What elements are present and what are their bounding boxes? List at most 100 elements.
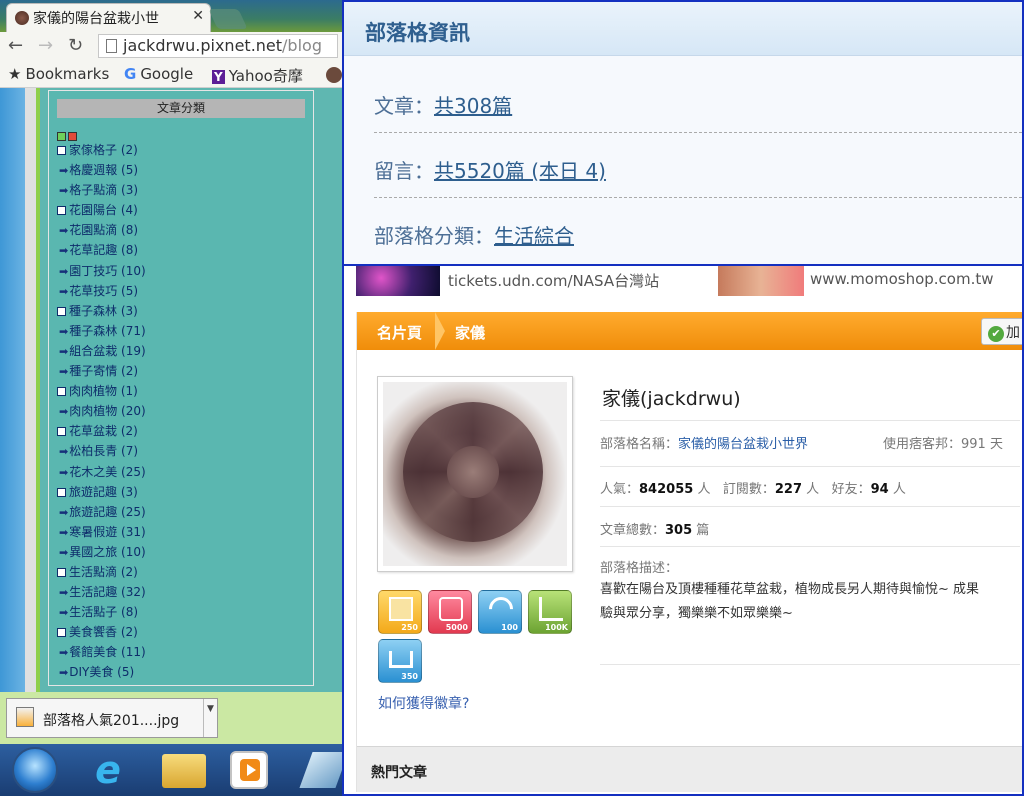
page-viewport: 文章分類 家傢格子 (2)格慶週報 (5)格子點滴 (3)花園陽台 (4)花園點… <box>0 88 342 692</box>
friends-value: 94 <box>870 482 889 497</box>
category-child-item[interactable]: 花園點滴 (8) <box>57 220 307 240</box>
address-bar[interactable]: jackdrwu.pixnet.net/blog <box>98 34 338 58</box>
category-child-item[interactable]: 花木之美 (25) <box>57 462 307 482</box>
category-parent-item[interactable]: 肉肉植物 (1) <box>57 381 307 401</box>
ad-strip: tickets.udn.com/NASA台灣站 www.momoshop.com… <box>344 266 1022 300</box>
media-player-icon[interactable] <box>230 751 268 789</box>
badge-count: 250 <box>401 623 418 632</box>
how-to-get-badges-link[interactable]: 如何獲得徽章? <box>378 693 469 713</box>
category-child-item[interactable]: 花草記趣 (8) <box>57 240 307 260</box>
bookmarks-folder[interactable]: ★ Bookmarks <box>8 65 109 83</box>
badge-comments[interactable]: 5000 <box>428 590 472 634</box>
blog-name-row: 部落格名稱：家儀的陽台盆栽小世界 使用痞客邦：991 天 <box>600 420 1020 466</box>
total-articles-value: 305 <box>665 523 693 538</box>
bookmark-yahoo[interactable]: Y Yahoo奇摩 <box>212 65 303 86</box>
description-label: 部落格描述： <box>600 561 679 576</box>
badge-popularity[interactable]: 100K <box>528 590 572 634</box>
category-child-item[interactable]: 旅遊記趣 (25) <box>57 502 307 522</box>
category-child-item[interactable]: 松柏長青 (7) <box>57 441 307 461</box>
category-child-item[interactable]: 寒暑假遊 (31) <box>57 522 307 542</box>
avatar[interactable] <box>377 376 573 572</box>
days-value: 991 天 <box>961 437 1003 452</box>
image-file-icon <box>16 707 34 727</box>
google-icon: G <box>124 65 137 83</box>
divider <box>374 197 1022 198</box>
badge-articles[interactable]: 250 <box>378 590 422 634</box>
ad-image[interactable] <box>718 266 804 296</box>
page-icon <box>106 39 117 53</box>
category-child-item[interactable]: 生活點子 (8) <box>57 602 307 622</box>
category-parent-item[interactable]: 生活點滴 (2) <box>57 562 307 582</box>
category-child-item[interactable]: 種子森林 (71) <box>57 321 307 341</box>
forward-icon[interactable]: → <box>38 35 53 56</box>
browser-tab[interactable]: 家儀的陽台盆栽小世 ✕ <box>6 3 211 32</box>
bookmark-favicon-icon[interactable] <box>326 67 342 83</box>
blog-info-panel: 部落格資訊 文章：共308篇 留言：共5520篇 (本日 4) 部落格分類：生活… <box>344 2 1022 266</box>
articles-label: 文章： <box>374 94 434 118</box>
category-label: 部落格分類： <box>374 224 494 248</box>
category-parent-item[interactable]: 花草盆栽 (2) <box>57 421 307 441</box>
ad-link[interactable]: www.momoshop.com.tw <box>810 270 994 288</box>
badge-count: 100 <box>501 623 518 632</box>
blog-name-label: 部落格名稱： <box>600 437 679 452</box>
folder-icon[interactable] <box>162 754 206 788</box>
badge-subscribers[interactable]: 100 <box>478 590 522 634</box>
category-child-item[interactable]: 種子寄情 (2) <box>57 361 307 381</box>
category-child-item[interactable]: 餐館美食 (11) <box>57 642 307 662</box>
category-link[interactable]: 生活綜合 <box>494 224 574 248</box>
nav-bar: ← → ↻ jackdrwu.pixnet.net/blog <box>0 32 342 60</box>
rss-icon <box>484 592 518 626</box>
internet-explorer-icon[interactable]: e <box>86 748 130 792</box>
category-widget: 文章分類 家傢格子 (2)格慶週報 (5)格子點滴 (3)花園陽台 (4)花園點… <box>48 90 314 686</box>
close-icon[interactable]: ✕ <box>192 8 204 24</box>
category-child-item[interactable]: 格慶週報 (5) <box>57 160 307 180</box>
category-child-item[interactable]: 組合盆栽 (19) <box>57 341 307 361</box>
divider <box>374 132 1022 133</box>
yahoo-icon: Y <box>212 70 225 84</box>
blog-page: 部落格資訊 文章：共308篇 留言：共5520篇 (本日 4) 部落格分類：生活… <box>342 0 1024 796</box>
add-friend-button[interactable]: ✔ 加 <box>981 318 1022 345</box>
category-child-item[interactable]: 生活記趣 (32) <box>57 582 307 602</box>
windows-start-icon[interactable] <box>12 747 58 793</box>
description-line: 驗與眾分享，獨樂樂不如眾樂樂~ <box>600 606 793 621</box>
category-list: 家傢格子 (2)格慶週報 (5)格子點滴 (3)花園陽台 (4)花園點滴 (8)… <box>57 140 307 683</box>
total-articles-row: 文章總數：305 篇 <box>600 506 1020 546</box>
category-child-item[interactable]: 花草技巧 (5) <box>57 281 307 301</box>
category-child-item[interactable]: 肉肉植物 (20) <box>57 401 307 421</box>
tab-title: 家儀的陽台盆栽小世 <box>33 11 159 27</box>
popularity-value: 842055 <box>639 482 694 497</box>
badge-days[interactable]: 350 <box>378 639 422 683</box>
category-parent-item[interactable]: 花園陽台 (4) <box>57 200 307 220</box>
blog-info-title: 部落格資訊 <box>365 21 470 45</box>
badge-count: 350 <box>401 672 418 681</box>
category-parent-item[interactable]: 美食饗香 (2) <box>57 622 307 642</box>
category-parent-item[interactable]: 家傢格子 (2) <box>57 140 307 160</box>
category-parent-item[interactable]: 種子森林 (3) <box>57 301 307 321</box>
blog-name-link[interactable]: 家儀的陽台盆栽小世界 <box>678 437 808 452</box>
category-title: 文章分類 <box>57 99 305 118</box>
category-child-item[interactable]: 格子點滴 (3) <box>57 180 307 200</box>
add-label: 加 <box>1006 325 1020 341</box>
category-parent-item[interactable]: 旅遊記趣 (3) <box>57 482 307 502</box>
subscriptions-value: 227 <box>774 482 803 497</box>
chevron-down-icon[interactable]: ▼ <box>203 699 217 737</box>
browser-window: 家儀的陽台盆栽小世 ✕ ← → ↻ jackdrwu.pixnet.net/bl… <box>0 0 342 796</box>
download-bar: 部落格人氣201....jpg ▼ <box>0 692 342 744</box>
breadcrumb-arrow-icon <box>435 312 445 350</box>
ad-image[interactable] <box>356 266 440 296</box>
bookmark-google[interactable]: G Google <box>124 65 193 83</box>
download-filename: 部落格人氣201....jpg <box>43 713 180 729</box>
ad-link[interactable]: tickets.udn.com/NASA台灣站 <box>448 270 659 291</box>
new-tab-button[interactable] <box>208 9 248 29</box>
popularity-label: 人氣： <box>600 482 640 497</box>
comments-link[interactable]: 共5520篇 (本日 4) <box>434 159 606 183</box>
articles-link[interactable]: 共308篇 <box>434 94 512 118</box>
category-child-item[interactable]: 異國之旅 (10) <box>57 542 307 562</box>
reload-icon[interactable]: ↻ <box>68 35 83 56</box>
category-child-item[interactable]: DIY美食 (5) <box>57 662 307 682</box>
back-icon[interactable]: ← <box>8 35 23 56</box>
app-icon[interactable] <box>299 752 342 788</box>
category-child-item[interactable]: 園丁技巧 (10) <box>57 261 307 281</box>
stats-row: 人氣：842055 人 訂閱數：227 人 好友：94 人 <box>600 466 1020 506</box>
download-item[interactable]: 部落格人氣201....jpg ▼ <box>6 698 218 738</box>
